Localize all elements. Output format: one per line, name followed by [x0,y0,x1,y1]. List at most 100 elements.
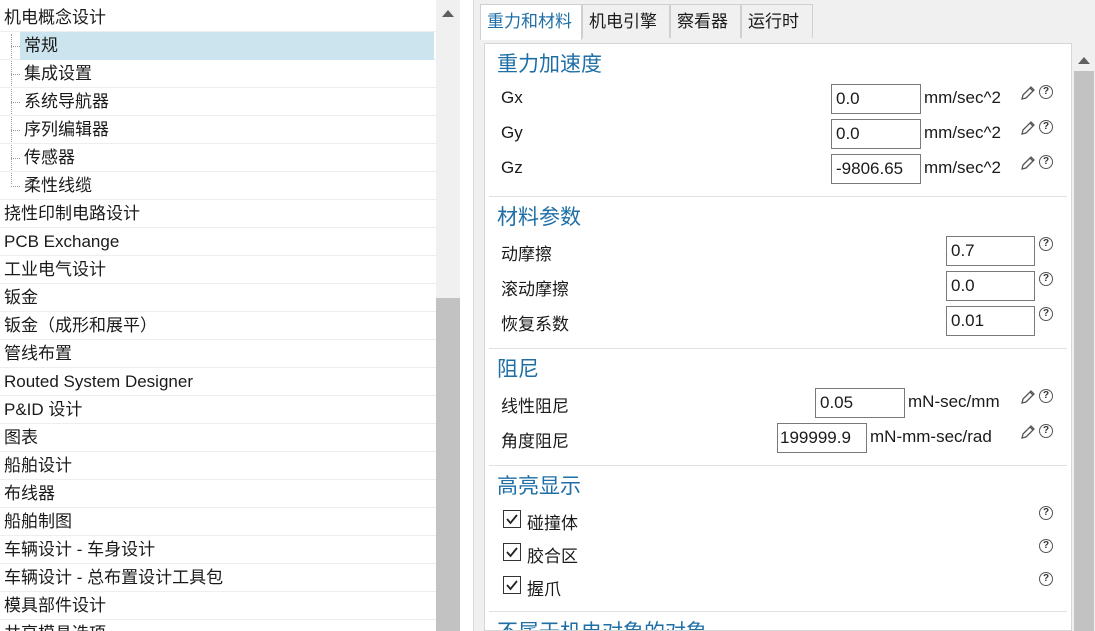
section-title-damping: 阻尼 [497,358,539,381]
tree-item-mechatronics[interactable]: 机电概念设计 [0,4,436,32]
tree-guide-line [11,46,20,47]
tree-item-ship-design[interactable]: 船舶设计 [0,452,436,480]
dynamic-friction-input[interactable] [946,236,1035,266]
tree-item-sheet-metal-forming[interactable]: 钣金（成形和展平） [0,312,436,340]
glue-zone-checkbox[interactable] [503,543,521,561]
tree-item-label: 工业电气设计 [4,260,106,279]
checkbox-label: 碰撞体 [527,514,578,533]
help-icon[interactable]: ? [1039,572,1053,586]
tree-item-label: 船舶设计 [4,456,72,475]
tree-item-flexible-cable[interactable]: 柔性线缆 [0,172,436,200]
collision-body-checkbox[interactable] [503,510,521,528]
tree-item-flex-pcb[interactable]: 挠性印制电路设计 [0,200,436,228]
help-icon[interactable]: ? [1039,389,1053,403]
tree-item-label: P&ID 设计 [4,400,83,419]
tree-item-mold-part[interactable]: 模具部件设计 [0,592,436,620]
param-label: Gx [501,88,523,107]
help-icon[interactable]: ? [1039,506,1053,520]
param-label: Gy [501,123,523,142]
scroll-up-arrow-icon[interactable] [1078,57,1090,64]
tree-guide-line [11,158,20,159]
help-icon[interactable]: ? [1039,424,1053,438]
tree-item-label: 常规 [24,36,58,55]
rolling-friction-input[interactable] [946,271,1035,301]
tree-item-label: 车辆设计 - 总布置设计工具包 [4,568,224,587]
tree-item-sequence-editor[interactable]: 序列编辑器 [0,116,436,144]
tree-item-label: 传感器 [24,148,75,167]
angular-damping-input[interactable] [777,423,867,453]
checkmark-icon [506,514,518,525]
tree-item-vehicle-body[interactable]: 车辆设计 - 车身设计 [0,536,436,564]
tree-item-general[interactable]: 常规 [0,32,436,60]
help-icon[interactable]: ? [1039,237,1053,251]
help-icon[interactable]: ? [1039,120,1053,134]
tree-item-sensors[interactable]: 传感器 [0,144,436,172]
section-divider [489,348,1067,349]
content-scrollbar[interactable] [1072,43,1095,631]
tree-item-label: 管线布置 [4,344,72,363]
checkmark-icon [506,580,518,591]
tree-item-label: 共享模具选项 [4,620,106,631]
gripper-checkbox[interactable] [503,576,521,594]
tree-item-label: 模具部件设计 [4,596,106,615]
tree-scrollbar[interactable] [436,0,460,631]
tree-item-label: 集成设置 [24,64,92,83]
pencil-icon[interactable] [1019,84,1037,102]
tree-item-sheet-metal[interactable]: 钣金 [0,284,436,312]
tree-item-label: Routed System Designer [4,372,193,391]
scrollbar-thumb[interactable] [1074,71,1094,631]
gx-input[interactable] [831,84,921,114]
help-icon[interactable]: ? [1039,85,1053,99]
help-icon[interactable]: ? [1039,155,1053,169]
tree-item-label: 布线器 [4,484,55,503]
gz-input[interactable] [831,154,921,184]
settings-tree: 机电概念设计 常规 集成设置 系统导航器 序列编辑器 传感器 柔性线缆 挠性印制… [0,0,436,631]
tree-item-integration[interactable]: 集成设置 [0,60,436,88]
tree-item-routed-system-designer[interactable]: Routed System Designer [0,368,436,396]
section-title-gravity: 重力加速度 [497,53,602,76]
tree-item-label: 车辆设计 - 车身设计 [4,540,156,559]
linear-damping-input[interactable] [815,388,905,418]
tree-item-ship-drafting[interactable]: 船舶制图 [0,508,436,536]
section-divider [489,465,1067,466]
tab-content: 重力加速度 Gx mm/sec^2 Gy mm/sec^2 Gz mm/sec^… [484,43,1072,631]
scroll-up-arrow-icon[interactable] [442,10,454,17]
tree-item-pcb-exchange[interactable]: PCB Exchange [0,228,436,256]
tree-guide-line [11,130,20,131]
pencil-icon[interactable] [1019,119,1037,137]
scrollbar-thumb[interactable] [436,298,460,631]
pencil-icon[interactable] [1019,423,1037,441]
section-divider [489,611,1067,612]
param-label: 动摩擦 [501,245,552,264]
tree-item-label: 船舶制图 [4,512,72,531]
tree-guide-line [11,102,20,103]
panel-splitter[interactable] [460,0,473,631]
tab-gravity-material[interactable]: 重力和材料 [480,4,582,40]
section-title-highlight: 高亮显示 [497,475,581,498]
tree-item-pid-design[interactable]: P&ID 设计 [0,396,436,424]
param-label: 滚动摩擦 [501,280,569,299]
tree-item-label: 序列编辑器 [24,120,109,139]
restitution-input[interactable] [946,306,1035,336]
tree-item-router[interactable]: 布线器 [0,480,436,508]
tab-runtime[interactable]: 运行时 [741,4,813,38]
tree-item-label: 机电概念设计 [4,8,106,27]
help-icon[interactable]: ? [1039,539,1053,553]
tab-viewer[interactable]: 察看器 [670,4,741,38]
tree-item-diagrams[interactable]: 图表 [0,424,436,452]
pencil-icon[interactable] [1019,388,1037,406]
tree-item-routing[interactable]: 管线布置 [0,340,436,368]
help-icon[interactable]: ? [1039,307,1053,321]
tree-item-system-navigator[interactable]: 系统导航器 [0,88,436,116]
tree-item-mold-options[interactable]: 共享模具选项 [0,620,436,631]
section-title-non-mechatronics: 不属于机电对象的对象 [497,616,707,630]
tree-item-label: 系统导航器 [24,92,109,111]
gy-input[interactable] [831,119,921,149]
pencil-icon[interactable] [1019,154,1037,172]
tab-mechatronics-engine[interactable]: 机电引擎 [582,4,670,38]
selection-highlight [20,32,434,60]
help-icon[interactable]: ? [1039,272,1053,286]
tree-item-electrical[interactable]: 工业电气设计 [0,256,436,284]
tree-guide-line [11,74,20,75]
tree-item-vehicle-layout[interactable]: 车辆设计 - 总布置设计工具包 [0,564,436,592]
